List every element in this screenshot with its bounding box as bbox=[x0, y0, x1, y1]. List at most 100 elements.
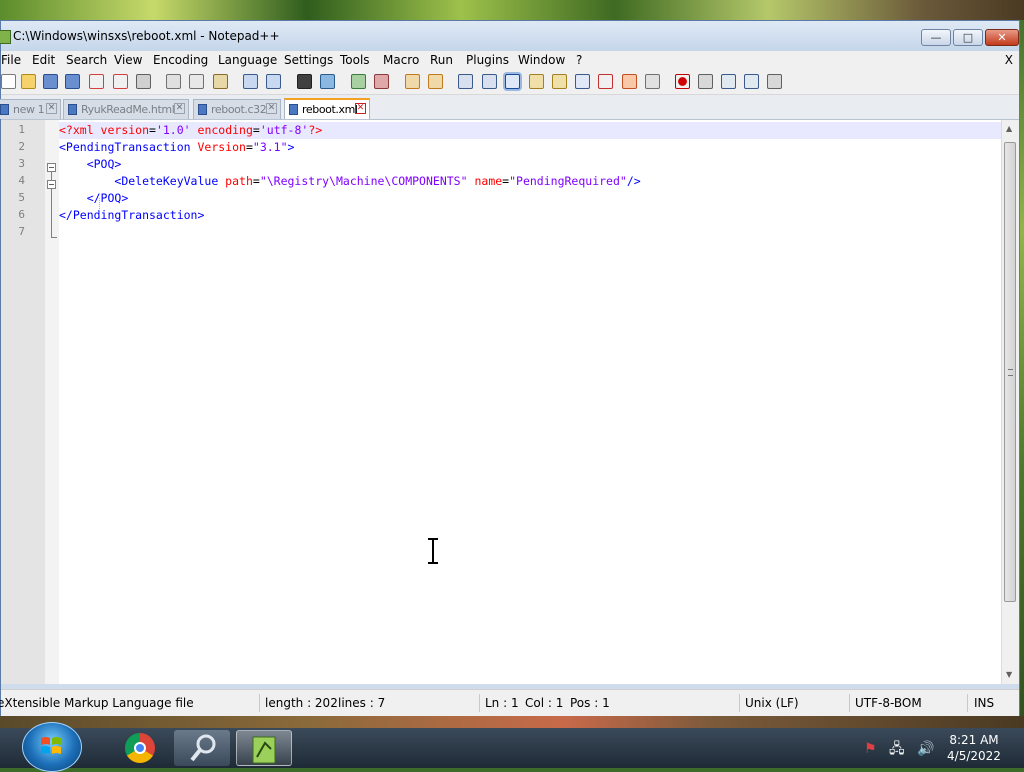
menu-item-settings[interactable]: Settings bbox=[284, 53, 333, 67]
scroll-down-icon[interactable]: ▼ bbox=[1006, 670, 1012, 679]
notepadpp-icon bbox=[252, 736, 276, 764]
close-all-icon[interactable] bbox=[113, 74, 128, 89]
code-token: "PendingRequired" bbox=[509, 174, 627, 188]
code-line[interactable]: <PendingTransaction Version="3.1"> bbox=[59, 139, 294, 156]
title-bar[interactable]: C:\Windows\winsxs\reboot.xml - Notepad++… bbox=[0, 21, 1019, 51]
close-file-icon[interactable] bbox=[89, 74, 104, 89]
replace-icon[interactable] bbox=[320, 74, 335, 89]
menu-item-encoding[interactable]: Encoding bbox=[153, 53, 208, 67]
menu-item-file[interactable]: File bbox=[1, 53, 21, 67]
code-line[interactable]: </PendingTransaction> bbox=[59, 207, 204, 224]
volume-icon[interactable]: 🔊 bbox=[917, 741, 934, 757]
action-center-flag-icon[interactable]: ⚑ bbox=[864, 741, 877, 757]
show-all-chars-icon[interactable] bbox=[482, 74, 497, 89]
status-file-type: eXtensible Markup Language file bbox=[0, 696, 194, 710]
new-file-icon[interactable] bbox=[1, 74, 16, 89]
code-token: = bbox=[245, 140, 253, 154]
scroll-up-icon[interactable]: ▲ bbox=[1006, 124, 1012, 133]
copy-icon[interactable] bbox=[189, 74, 204, 89]
save-all-icon[interactable] bbox=[65, 74, 80, 89]
open-folder-icon[interactable] bbox=[21, 74, 36, 89]
fold-guide bbox=[51, 189, 52, 237]
network-icon[interactable]: 🖧 bbox=[889, 741, 905, 757]
tab-new-1[interactable]: new 1 ✕ bbox=[0, 99, 61, 119]
tab-close-icon[interactable]: ✕ bbox=[266, 103, 277, 114]
tab-close-icon[interactable]: ✕ bbox=[355, 103, 366, 114]
code-line[interactable]: <POQ> bbox=[59, 156, 122, 173]
print-icon[interactable] bbox=[136, 74, 151, 89]
sync-horizontal-icon[interactable] bbox=[428, 74, 443, 89]
run-macro-multiple-icon[interactable] bbox=[744, 74, 759, 89]
fold-toggle-icon[interactable] bbox=[47, 180, 56, 189]
sync-vertical-icon[interactable] bbox=[405, 74, 420, 89]
tab-close-icon[interactable]: ✕ bbox=[174, 103, 185, 114]
code-token: <PendingTransaction bbox=[59, 140, 198, 154]
status-eol[interactable]: Unix (LF) bbox=[745, 696, 799, 710]
menu-item-window[interactable]: Window bbox=[518, 53, 565, 67]
word-wrap-icon[interactable] bbox=[458, 74, 473, 89]
menu-item-run[interactable]: Run bbox=[430, 53, 453, 67]
close-window-button[interactable]: ✕ bbox=[985, 29, 1019, 46]
redo-icon[interactable] bbox=[266, 74, 281, 89]
minimize-button[interactable]: — bbox=[921, 29, 951, 46]
zoom-in-icon[interactable] bbox=[351, 74, 366, 89]
menu-item-help[interactable]: ? bbox=[576, 53, 582, 67]
taskbar-search-app-button[interactable] bbox=[174, 730, 230, 766]
menu-item-tools[interactable]: Tools bbox=[340, 53, 370, 67]
code-token: > bbox=[287, 140, 295, 154]
desktop-wallpaper bbox=[0, 0, 1024, 20]
indent-guide-icon[interactable] bbox=[505, 74, 520, 89]
windows-taskbar: ⚑ 🖧 🔊 8:21 AM 4/5/2022 bbox=[0, 722, 1024, 772]
taskbar-clock[interactable]: 8:21 AM 4/5/2022 bbox=[940, 732, 1008, 764]
record-macro-icon[interactable] bbox=[675, 74, 690, 89]
find-icon[interactable] bbox=[297, 74, 312, 89]
folder-as-workspace-icon[interactable] bbox=[598, 74, 613, 89]
fold-toggle-icon[interactable] bbox=[47, 163, 56, 172]
menu-item-view[interactable]: View bbox=[114, 53, 142, 67]
folder-icon[interactable] bbox=[622, 74, 637, 89]
doc-map-icon[interactable] bbox=[552, 74, 567, 89]
tab-label: reboot.c32 bbox=[211, 103, 267, 116]
code-line[interactable]: <?xml version='1.0' encoding='utf-8'?> bbox=[59, 122, 322, 139]
function-list-icon[interactable] bbox=[575, 74, 590, 89]
close-document-button[interactable]: X bbox=[1005, 53, 1013, 67]
menu-item-plugins[interactable]: Plugins bbox=[466, 53, 509, 67]
zoom-out-icon[interactable] bbox=[374, 74, 389, 89]
tab-reboot-xml[interactable]: reboot.xml ✕ bbox=[284, 98, 370, 119]
paste-icon[interactable] bbox=[213, 74, 228, 89]
menu-item-search[interactable]: Search bbox=[66, 53, 107, 67]
menu-item-edit[interactable]: Edit bbox=[32, 53, 55, 67]
code-line[interactable]: <DeleteKeyValue path="\Registry\Machine\… bbox=[59, 173, 641, 190]
save-macro-icon[interactable] bbox=[767, 74, 782, 89]
stop-macro-icon[interactable] bbox=[698, 74, 713, 89]
play-macro-icon[interactable] bbox=[721, 74, 736, 89]
menu-item-macro[interactable]: Macro bbox=[383, 53, 419, 67]
code-editor[interactable]: 1234567 <?xml version='1.0' encoding='ut… bbox=[1, 120, 1001, 684]
menu-item-language[interactable]: Language bbox=[218, 53, 277, 67]
vertical-scrollbar[interactable]: ▲ ▼ bbox=[1001, 120, 1019, 684]
udl-icon[interactable] bbox=[529, 74, 544, 89]
tab-ryukreadme-html[interactable]: RyukReadMe.html ✕ bbox=[63, 99, 189, 119]
code-token: = bbox=[252, 123, 260, 137]
code-token: /> bbox=[626, 174, 641, 188]
code-token: <?xml bbox=[59, 123, 101, 137]
cut-icon[interactable] bbox=[166, 74, 181, 89]
code-token: <POQ> bbox=[86, 157, 122, 171]
windows-logo-icon bbox=[41, 737, 61, 754]
status-encoding[interactable]: UTF-8-BOM bbox=[855, 696, 922, 710]
status-insert-mode[interactable]: INS bbox=[974, 696, 994, 710]
scrollbar-thumb[interactable] bbox=[1004, 142, 1016, 602]
tab-close-icon[interactable]: ✕ bbox=[46, 103, 57, 114]
window-title: C:\Windows\winsxs\reboot.xml - Notepad++ bbox=[13, 29, 280, 43]
start-button[interactable] bbox=[22, 722, 82, 772]
monitor-icon[interactable] bbox=[645, 74, 660, 89]
chrome-icon[interactable] bbox=[125, 733, 155, 763]
code-line[interactable]: </POQ> bbox=[59, 190, 129, 207]
save-icon[interactable] bbox=[43, 74, 58, 89]
maximize-button[interactable]: □ bbox=[953, 29, 983, 46]
undo-icon[interactable] bbox=[243, 74, 258, 89]
status-divider bbox=[259, 694, 260, 712]
tab-reboot-c32[interactable]: reboot.c32 ✕ bbox=[193, 99, 281, 119]
taskbar-notepadpp-button[interactable] bbox=[236, 730, 292, 766]
